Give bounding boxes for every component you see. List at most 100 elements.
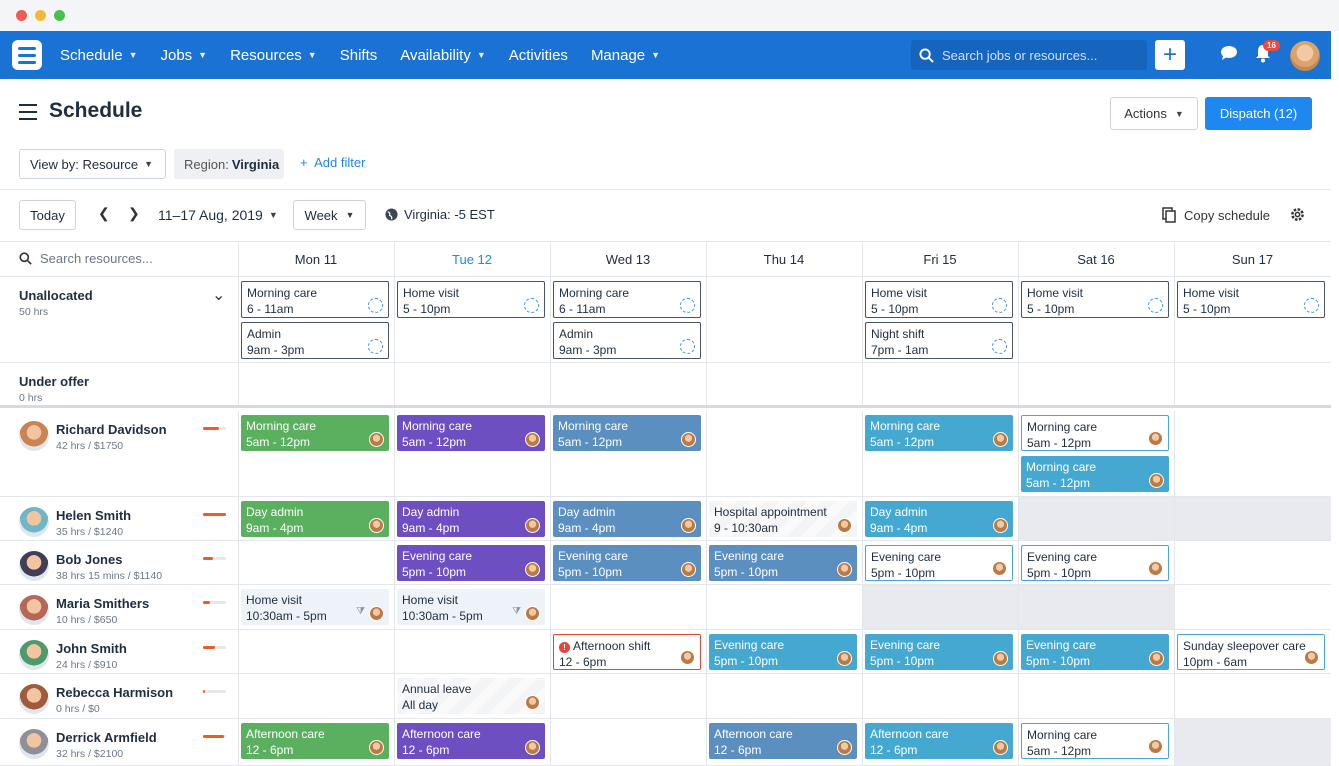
resource-name[interactable]: Maria Smithers 10 hrs / $650 <box>56 596 149 626</box>
maximize-window-icon[interactable] <box>54 10 65 21</box>
resource-name[interactable]: Helen Smith 35 hrs / $1240 <box>56 508 131 538</box>
day-cell[interactable] <box>1018 585 1174 629</box>
resource-name[interactable]: Bob Jones 38 hrs 15 mins / $1140 <box>56 552 162 582</box>
day-cell[interactable] <box>706 674 862 718</box>
day-cell[interactable] <box>1174 585 1331 629</box>
view-by-dropdown[interactable]: View by: Resource ▼ <box>19 149 166 179</box>
day-cell[interactable] <box>1174 719 1331 765</box>
day-cell[interactable] <box>394 630 550 673</box>
day-cell[interactable] <box>1018 674 1174 718</box>
shift-card[interactable]: Afternoon care 12 - 6pm <box>865 723 1013 759</box>
period-dropdown[interactable]: Week ▼ <box>293 200 366 230</box>
avatar[interactable] <box>19 729 49 759</box>
day-cell[interactable] <box>1174 497 1331 540</box>
previous-week-icon[interactable]: ❮ <box>98 205 110 222</box>
resource-name[interactable]: Rebecca Harmison 0 hrs / $0 <box>56 685 173 715</box>
avatar[interactable] <box>19 640 49 670</box>
shift-card[interactable]: Home visit 5 - 10pm <box>1021 281 1169 318</box>
shift-card[interactable]: Sunday sleepover care 10pm - 6am <box>1177 634 1325 670</box>
shift-card[interactable]: Morning care 6 - 11am <box>553 281 701 318</box>
day-cell[interactable] <box>238 541 394 584</box>
shift-card[interactable]: Morning care 5am - 12pm <box>1021 415 1169 451</box>
app-logo-icon[interactable] <box>12 40 42 70</box>
shift-card[interactable]: Afternoon care 12 - 6pm <box>241 723 389 759</box>
shift-card[interactable]: Evening care 5pm - 10pm <box>865 545 1013 581</box>
day-header[interactable]: Sat 16 <box>1018 242 1174 277</box>
shift-card[interactable]: Evening care 5pm - 10pm <box>1021 545 1169 581</box>
day-header[interactable]: Tue 12 <box>394 242 550 277</box>
nav-item-activities[interactable]: Activities <box>509 47 568 64</box>
nav-item-availability[interactable]: Availability ▼ <box>400 47 486 64</box>
today-button[interactable]: Today <box>19 200 76 230</box>
day-cell[interactable] <box>238 363 394 405</box>
unassigned-icon[interactable] <box>992 298 1007 313</box>
day-cell[interactable] <box>862 363 1018 405</box>
chat-icon[interactable] <box>1220 45 1238 61</box>
avatar[interactable] <box>19 595 49 625</box>
copy-schedule-button[interactable]: Copy schedule <box>1162 207 1270 223</box>
shift-card[interactable]: Home visit 10:30am - 5pm ⧩ <box>397 589 545 625</box>
shift-card[interactable]: Home visit 5 - 10pm <box>865 281 1013 318</box>
shift-card[interactable]: Morning care 5am - 12pm <box>1021 456 1169 492</box>
day-header[interactable]: Wed 13 <box>550 242 706 277</box>
nav-item-shifts[interactable]: Shifts <box>340 47 378 64</box>
shift-card[interactable]: Day admin 9am - 4pm <box>241 501 389 537</box>
create-button[interactable]: + <box>1155 40 1185 70</box>
day-cell[interactable] <box>862 674 1018 718</box>
shift-card[interactable]: Morning care 5am - 12pm <box>397 415 545 451</box>
resource-name[interactable]: Derrick Armfield 32 hrs / $2100 <box>56 730 157 760</box>
resource-search[interactable]: Search resources... <box>19 251 153 266</box>
day-header[interactable]: Fri 15 <box>862 242 1018 277</box>
user-avatar[interactable] <box>1290 41 1320 71</box>
nav-item-resources[interactable]: Resources ▼ <box>230 47 317 64</box>
day-cell[interactable] <box>550 585 706 629</box>
unassigned-icon[interactable] <box>368 339 383 354</box>
shift-card[interactable]: Annual leave All day <box>397 678 545 714</box>
day-cell[interactable] <box>394 363 550 405</box>
day-header[interactable]: Thu 14 <box>706 242 862 277</box>
day-cell[interactable] <box>706 411 862 496</box>
menu-icon[interactable] <box>19 104 37 125</box>
day-cell[interactable] <box>1174 411 1331 496</box>
day-cell[interactable] <box>706 585 862 629</box>
day-cell[interactable] <box>550 719 706 765</box>
shift-card[interactable]: Evening care 5pm - 10pm <box>709 545 857 581</box>
avatar[interactable] <box>19 507 49 537</box>
avatar[interactable] <box>19 684 49 714</box>
day-cell[interactable] <box>706 363 862 405</box>
chevron-down-icon[interactable]: ⌄ <box>212 285 225 305</box>
unassigned-icon[interactable] <box>524 298 539 313</box>
day-cell[interactable] <box>1018 363 1174 405</box>
close-window-icon[interactable] <box>16 10 27 21</box>
shift-card[interactable]: Hospital appointment 9 - 10:30am <box>709 501 857 537</box>
shift-card[interactable]: Day admin 9am - 4pm <box>865 501 1013 537</box>
day-cell[interactable] <box>862 585 1018 629</box>
avatar[interactable] <box>19 551 49 581</box>
resource-name[interactable]: Richard Davidson 42 hrs / $1750 <box>56 422 167 452</box>
day-cell[interactable] <box>1174 541 1331 584</box>
next-week-icon[interactable]: ❯ <box>128 205 140 222</box>
region-filter-chip[interactable]: Region: Virginia <box>174 149 284 179</box>
unassigned-icon[interactable] <box>680 339 695 354</box>
shift-card[interactable]: Evening care 5pm - 10pm <box>865 634 1013 670</box>
shift-card[interactable]: Home visit 5 - 10pm <box>397 281 545 318</box>
unassigned-icon[interactable] <box>1148 298 1163 313</box>
shift-card[interactable]: Morning care 5am - 12pm <box>553 415 701 451</box>
shift-card[interactable]: Home visit 10:30am - 5pm ⧩ <box>241 589 389 625</box>
nav-item-jobs[interactable]: Jobs ▼ <box>160 47 207 64</box>
day-cell[interactable] <box>1174 363 1331 405</box>
minimize-window-icon[interactable] <box>35 10 46 21</box>
unassigned-icon[interactable] <box>368 298 383 313</box>
shift-card[interactable]: Evening care 5pm - 10pm <box>397 545 545 581</box>
day-header[interactable]: Sun 17 <box>1174 242 1331 277</box>
unassigned-icon[interactable] <box>680 298 695 313</box>
shift-card[interactable]: Night shift 7pm - 1am <box>865 322 1013 359</box>
day-cell[interactable] <box>550 363 706 405</box>
shift-card[interactable]: Morning care 5am - 12pm <box>865 415 1013 451</box>
shift-card[interactable]: Home visit 5 - 10pm <box>1177 281 1325 318</box>
add-filter-button[interactable]: + Add filter <box>300 155 365 170</box>
avatar[interactable] <box>19 421 49 451</box>
day-cell[interactable] <box>550 674 706 718</box>
day-cell[interactable] <box>1174 674 1331 718</box>
shift-card[interactable]: Afternoon care 12 - 6pm <box>709 723 857 759</box>
